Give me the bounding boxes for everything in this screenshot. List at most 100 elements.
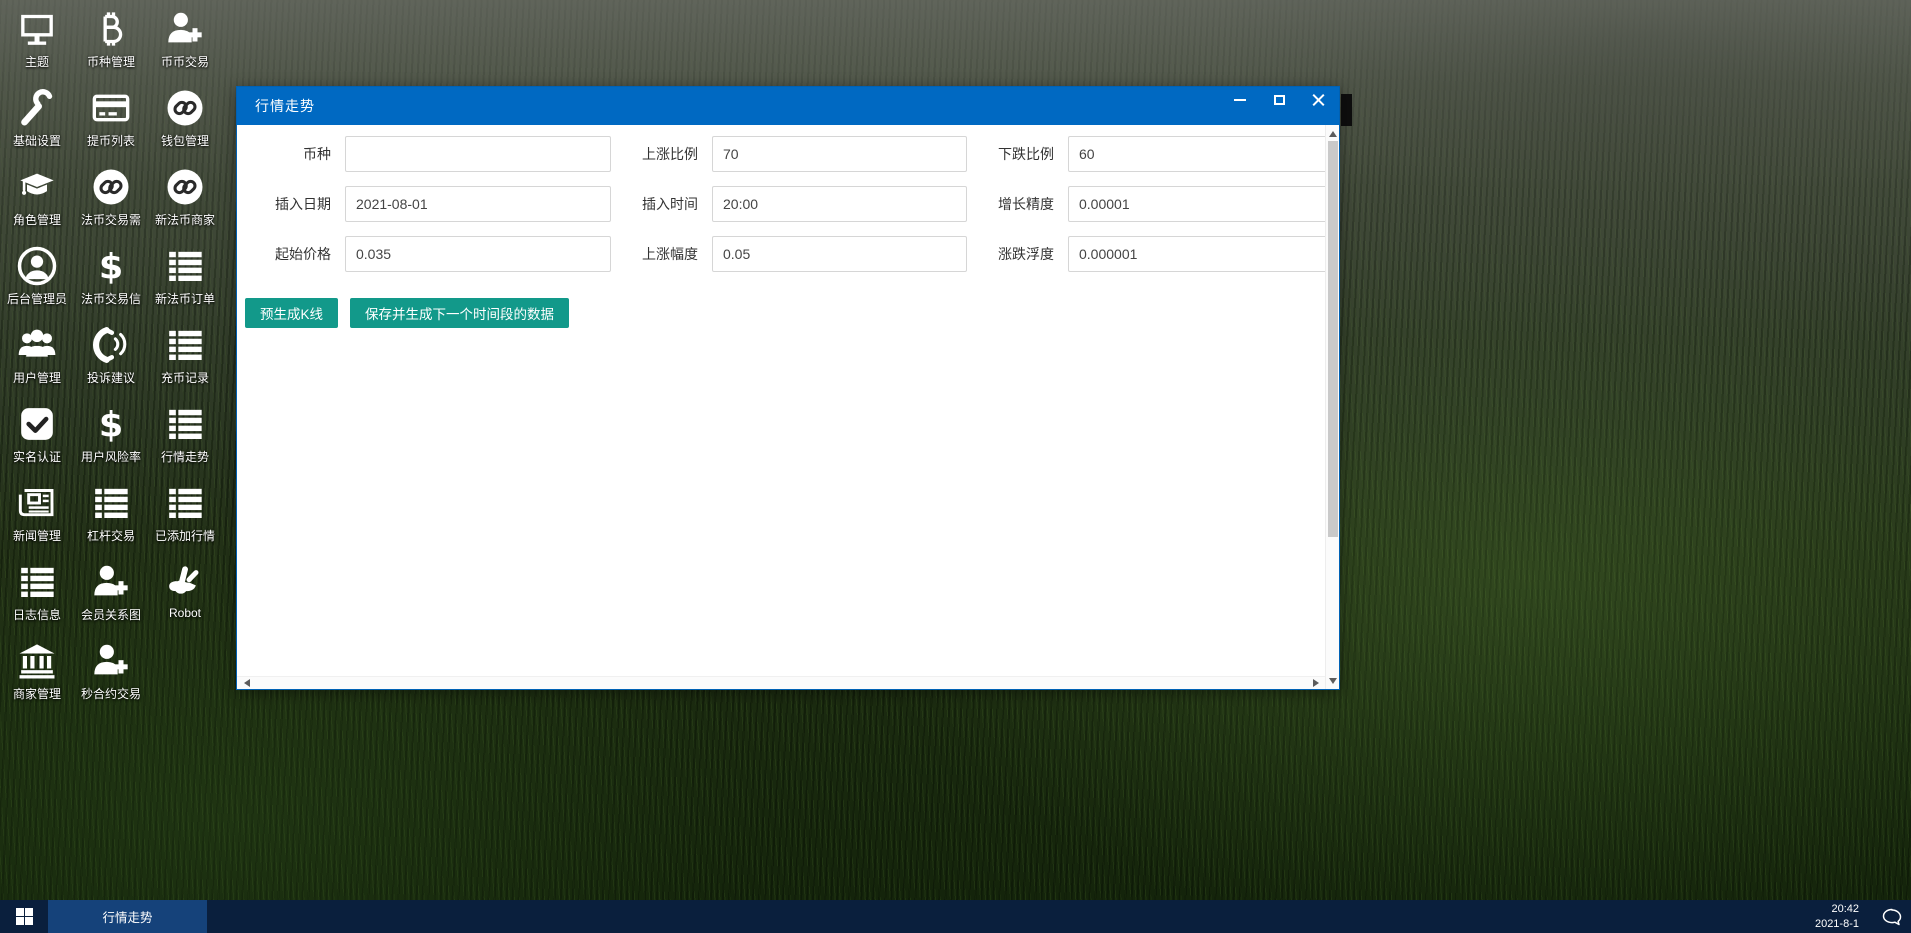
desktop-icon-label: 新闻管理 <box>13 527 61 544</box>
background-window-fragment <box>1341 94 1352 126</box>
form-row: 币种上涨比例 下跌比例 <box>245 136 1325 172</box>
desktop-icon-hand[interactable]: Robot <box>148 553 222 632</box>
field-input-r0c0[interactable] <box>345 136 611 172</box>
form-field: 插入日期 <box>245 186 611 222</box>
desktop-icon-monitor[interactable]: 主题 <box>0 0 74 79</box>
desktop-icon-bank[interactable]: 商家管理 <box>0 632 74 711</box>
close-icon <box>1312 94 1325 107</box>
desktop-icon-user-plus[interactable]: 币币交易 <box>148 0 222 79</box>
field-label: 下跌比例 <box>967 144 1068 164</box>
window-titlebar[interactable]: 行情走势 <box>237 87 1339 125</box>
list-icon <box>17 559 57 605</box>
desktop-icon-label: 投诉建议 <box>87 369 135 386</box>
desktop-icon-link-circle[interactable]: 新法币商家 <box>148 158 222 237</box>
field-input-r0c2[interactable] <box>1068 136 1335 172</box>
desktop-icon-user-plus[interactable]: 秒合约交易 <box>74 632 148 711</box>
check-square-icon <box>17 401 57 447</box>
bitcoin-icon <box>91 6 131 52</box>
field-label: 涨跌浮度 <box>967 244 1068 264</box>
notification-chat-button[interactable] <box>1877 900 1907 933</box>
form-field: 起始价格 <box>245 236 611 272</box>
form-field: 币种 <box>245 136 611 172</box>
arrow-up-icon <box>1329 131 1337 137</box>
desktop-icon-label: Robot <box>169 606 201 620</box>
field-label: 插入时间 <box>611 194 712 214</box>
scroll-left-button[interactable] <box>239 677 254 689</box>
monitor-icon <box>17 6 57 52</box>
graduation-cap-icon <box>16 164 58 210</box>
close-button[interactable] <box>1305 90 1331 110</box>
clock-time: 20:42 <box>1815 902 1859 917</box>
desktop-icon-dollar[interactable]: $法币交易信 <box>74 237 148 316</box>
desktop-icon-wrench[interactable]: 基础设置 <box>0 79 74 158</box>
hand-icon <box>164 559 206 605</box>
chat-bubble-icon <box>1881 906 1903 928</box>
desktop-icon-label: 新法币订单 <box>155 290 215 307</box>
desktop-icon-list[interactable]: 行情走势 <box>148 395 222 474</box>
desktop-icon-label: 角色管理 <box>13 211 61 228</box>
link-circle-icon <box>164 164 206 210</box>
field-input-r2c1[interactable] <box>712 236 967 272</box>
vertical-scrollbar[interactable] <box>1325 125 1339 689</box>
desktop-icon-list[interactable]: 日志信息 <box>0 553 74 632</box>
desktop-icon-dollar[interactable]: $用户风险率 <box>74 395 148 474</box>
field-input-r2c2[interactable] <box>1068 236 1335 272</box>
horizontal-scrollbar[interactable] <box>237 676 1325 689</box>
desktop-icon-user-circle[interactable]: 后台管理员 <box>0 237 74 316</box>
list-icon <box>165 243 205 289</box>
desktop-icon-list[interactable]: 新法币订单 <box>148 237 222 316</box>
pregenerate-kline-button[interactable]: 预生成K线 <box>245 298 338 328</box>
field-input-r1c0[interactable] <box>345 186 611 222</box>
scroll-down-button[interactable] <box>1326 673 1339 688</box>
start-button[interactable] <box>0 900 48 933</box>
desktop-icon-credit-card[interactable]: 提币列表 <box>74 79 148 158</box>
form-button-row: 预生成K线保存并生成下一个时间段的数据 <box>245 298 1325 328</box>
desktop-icon-label: 提币列表 <box>87 132 135 149</box>
desktop-icon-link-circle[interactable]: 法币交易需 <box>74 158 148 237</box>
desktop-icon-graduation-cap[interactable]: 角色管理 <box>0 158 74 237</box>
field-input-r0c1[interactable] <box>712 136 967 172</box>
desktop-icon-label: 主题 <box>25 53 49 70</box>
field-label: 增长精度 <box>967 194 1068 214</box>
field-label: 上涨比例 <box>611 144 712 164</box>
desktop-icon-label: 法币交易需 <box>81 211 141 228</box>
desktop-icon-bitcoin[interactable]: 币种管理 <box>74 0 148 79</box>
user-plus-icon <box>90 559 132 605</box>
desktop-icon-user-plus[interactable]: 会员关系图 <box>74 553 148 632</box>
save-and-generate-button[interactable]: 保存并生成下一个时间段的数据 <box>350 298 569 328</box>
desktop-icon-link-circle[interactable]: 钱包管理 <box>148 79 222 158</box>
list-icon <box>165 401 205 447</box>
desktop-icon-label: 后台管理员 <box>7 290 67 307</box>
desktop-icon-users[interactable]: 用户管理 <box>0 316 74 395</box>
taskbar-clock[interactable]: 20:42 2021-8-1 <box>1815 902 1859 932</box>
desktop-icon-list[interactable]: 已添加行情 <box>148 474 222 553</box>
taskbar-tray: 20:42 2021-8-1 <box>1815 900 1911 933</box>
minimize-button[interactable] <box>1227 90 1253 110</box>
scroll-right-button[interactable] <box>1308 677 1323 689</box>
field-input-r2c0[interactable] <box>345 236 611 272</box>
desktop-icon-label: 会员关系图 <box>81 606 141 623</box>
taskbar-task-market-trend[interactable]: 行情走势 <box>48 900 207 933</box>
arrow-right-icon <box>1313 679 1319 687</box>
desktop-icon-check-square[interactable]: 实名认证 <box>0 395 74 474</box>
form-row: 插入日期插入时间 增长精度 <box>245 186 1325 222</box>
field-input-r1c1[interactable] <box>712 186 967 222</box>
desktop-icon-label: 行情走势 <box>161 448 209 465</box>
taskbar-task-label: 行情走势 <box>102 907 152 926</box>
clock-date: 2021-8-1 <box>1815 917 1859 932</box>
phone-volume-icon <box>90 322 132 368</box>
desktop-icon-label: 实名认证 <box>13 448 61 465</box>
scroll-up-button[interactable] <box>1326 126 1339 141</box>
desktop-icon-list[interactable]: 杠杆交易 <box>74 474 148 553</box>
arrow-down-icon <box>1329 678 1337 684</box>
window-content: 币种上涨比例下跌比例插入日期插入时间增长精度起始价格上涨幅度涨跌浮度预生成K线保… <box>237 125 1339 689</box>
dollar-icon: $ <box>91 401 131 447</box>
credit-card-icon <box>90 85 132 131</box>
vertical-scrollbar-thumb[interactable] <box>1328 141 1338 537</box>
field-input-r1c2[interactable] <box>1068 186 1335 222</box>
newspaper-icon <box>16 480 58 526</box>
desktop-icon-phone-volume[interactable]: 投诉建议 <box>74 316 148 395</box>
desktop-icon-newspaper[interactable]: 新闻管理 <box>0 474 74 553</box>
desktop-icon-list[interactable]: 充币记录 <box>148 316 222 395</box>
maximize-button[interactable] <box>1266 90 1292 110</box>
